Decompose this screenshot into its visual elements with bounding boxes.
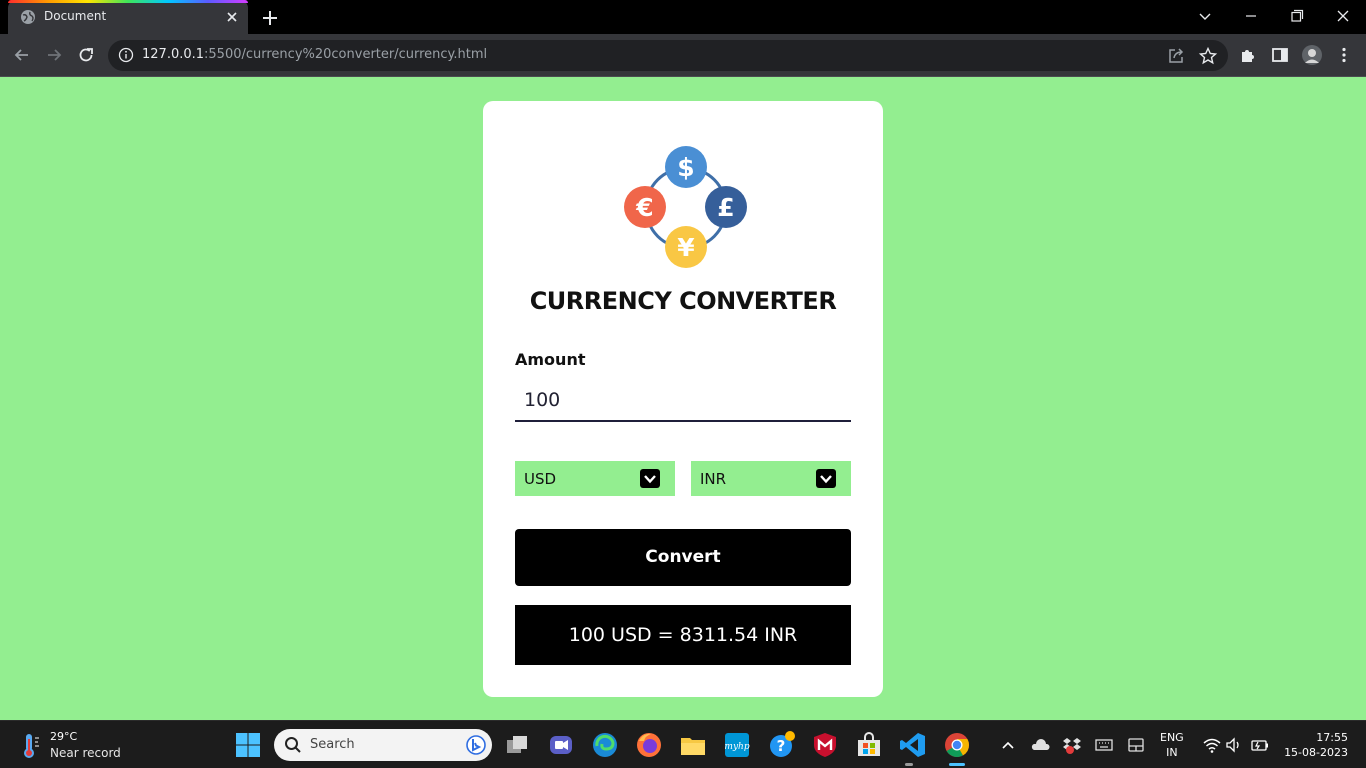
chevron-up-icon[interactable]: [998, 735, 1018, 755]
chrome-active-indicator: [949, 763, 965, 766]
myhp-icon[interactable]: myhp: [723, 731, 751, 759]
chevron-down-icon[interactable]: [1193, 4, 1217, 28]
thermometer-icon[interactable]: [18, 731, 44, 759]
chevron-down-icon: [816, 469, 836, 488]
back-icon[interactable]: [12, 45, 32, 65]
close-window-icon[interactable]: [1331, 4, 1355, 28]
clock-time: 17:55: [1316, 731, 1348, 744]
tab-title: Document: [44, 9, 107, 23]
dollar-symbol: $: [677, 153, 694, 182]
globe-icon: [21, 10, 35, 24]
to-currency-value: INR: [700, 470, 727, 488]
windows-taskbar: 29°C Near record Search myhp ? ENG IN 17…: [0, 720, 1366, 768]
amount-label: Amount: [515, 350, 586, 369]
to-currency-select[interactable]: INR: [691, 461, 851, 496]
pound-symbol: £: [717, 193, 734, 222]
yen-symbol: ¥: [677, 233, 695, 262]
edge-icon[interactable]: [591, 731, 619, 759]
mcafee-icon[interactable]: [811, 731, 839, 759]
windows-start-icon[interactable]: [234, 731, 262, 759]
converter-card: $ € £ ¥ CURRENCY CONVERTER Amount USD IN…: [483, 101, 883, 697]
svg-text:?: ?: [777, 737, 786, 755]
page-viewport: $ € £ ¥ CURRENCY CONVERTER Amount USD IN…: [0, 77, 1366, 720]
from-currency-value: USD: [524, 470, 557, 488]
keyboard-icon[interactable]: [1094, 735, 1114, 755]
file-explorer-icon[interactable]: [679, 731, 707, 759]
reload-icon[interactable]: [76, 45, 96, 65]
dropbox-icon[interactable]: [1062, 735, 1082, 755]
url-host: 127.0.0.1: [142, 47, 205, 62]
volume-icon[interactable]: [1224, 735, 1244, 755]
language-code: ENG: [1160, 731, 1184, 744]
restore-icon[interactable]: [1285, 4, 1309, 28]
chevron-down-icon: [640, 469, 660, 488]
currency-exchange-logo: $ € £ ¥: [624, 146, 747, 268]
vscode-running-indicator: [905, 763, 913, 766]
info-icon[interactable]: [118, 47, 134, 63]
search-placeholder: Search: [310, 737, 355, 752]
taskbar-search[interactable]: Search: [274, 729, 492, 761]
vscode-icon[interactable]: [899, 731, 927, 759]
from-currency-select[interactable]: USD: [515, 461, 675, 496]
chrome-icon[interactable]: [943, 731, 971, 759]
euro-symbol: €: [635, 193, 653, 222]
close-icon[interactable]: [224, 9, 240, 25]
conversion-result: 100 USD = 8311.54 INR: [515, 605, 851, 665]
language-indicator[interactable]: ENG IN: [1160, 730, 1184, 760]
extensions-icon[interactable]: [1238, 45, 1258, 65]
browser-tab-strip: Document: [0, 0, 1366, 34]
help-icon[interactable]: ?: [767, 731, 795, 759]
share-icon[interactable]: [1166, 46, 1186, 66]
side-panel-icon[interactable]: [1270, 45, 1290, 65]
task-view-icon[interactable]: [503, 731, 531, 759]
onedrive-icon[interactable]: [1030, 735, 1050, 755]
minimize-icon[interactable]: [1239, 4, 1263, 28]
taskbar-clock[interactable]: 17:55 15-08-2023: [1280, 730, 1348, 760]
star-icon[interactable]: [1198, 46, 1218, 66]
search-icon: [285, 737, 301, 753]
tab-document[interactable]: Document: [8, 0, 248, 34]
convert-button[interactable]: Convert: [515, 529, 851, 586]
wifi-icon[interactable]: [1202, 735, 1222, 755]
browser-toolbar: 127.0.0.1:5500/currency%20converter/curr…: [0, 34, 1366, 77]
weather-description: Near record: [50, 746, 121, 760]
amount-input[interactable]: [515, 379, 851, 422]
svg-text:myhp: myhp: [724, 742, 749, 752]
weather-temperature: 29°C: [50, 730, 78, 743]
page-title: CURRENCY CONVERTER: [529, 287, 837, 315]
clock-date: 15-08-2023: [1284, 746, 1348, 759]
profile-avatar[interactable]: [1302, 45, 1322, 65]
address-bar[interactable]: 127.0.0.1:5500/currency%20converter/curr…: [108, 40, 1228, 71]
menu-icon[interactable]: [1334, 45, 1354, 65]
store-icon[interactable]: [855, 731, 883, 759]
forward-icon[interactable]: [44, 45, 64, 65]
touchpad-icon[interactable]: [1126, 735, 1146, 755]
plus-icon[interactable]: [260, 8, 280, 28]
teams-chat-icon[interactable]: [547, 731, 575, 759]
bing-icon[interactable]: [466, 735, 486, 755]
tab-color-bar: [8, 0, 248, 3]
firefox-icon[interactable]: [635, 731, 663, 759]
region-code: IN: [1166, 746, 1178, 759]
url-text[interactable]: 127.0.0.1:5500/currency%20converter/curr…: [142, 47, 487, 62]
url-path: :5500/currency%20converter/currency.html: [204, 47, 488, 62]
battery-icon[interactable]: [1250, 735, 1270, 755]
